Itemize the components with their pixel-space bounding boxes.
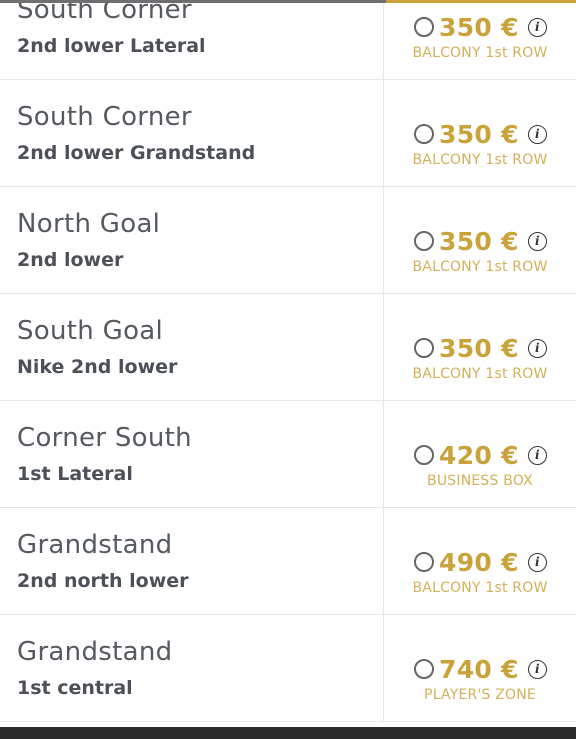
price-label: 740 € bbox=[439, 654, 519, 684]
radio-unchecked-icon[interactable] bbox=[414, 124, 434, 144]
ticket-row[interactable]: Corner South 1st Lateral 420 € i BUSINES… bbox=[0, 401, 576, 508]
ticket-price-cell: 350 € i BALCONY 1st ROW bbox=[384, 0, 576, 79]
info-icon[interactable]: i bbox=[527, 124, 547, 144]
ticket-row[interactable]: South Corner 2nd lower Lateral 350 € i B… bbox=[0, 0, 576, 80]
zone-name: Grandstand bbox=[17, 530, 173, 560]
ticket-price-cell: 350 € i BALCONY 1st ROW bbox=[384, 294, 576, 400]
ticket-location: Grandstand 2nd north lower bbox=[0, 508, 384, 614]
price-label: 490 € bbox=[439, 547, 519, 577]
price-label: 350 € bbox=[439, 333, 519, 363]
header-accent-edge bbox=[386, 0, 576, 3]
sector-name: 2nd lower Lateral bbox=[17, 35, 206, 57]
ticket-price-cell: 740 € i PLAYER'S ZONE bbox=[384, 615, 576, 721]
ticket-row[interactable]: North Goal 2nd lower 350 € i BALCONY 1st… bbox=[0, 187, 576, 294]
price-line: 420 € i bbox=[414, 440, 547, 470]
radio-unchecked-icon[interactable] bbox=[414, 445, 434, 465]
seat-category: BALCONY 1st ROW bbox=[412, 580, 548, 596]
ticket-location: South Corner 2nd lower Lateral bbox=[0, 0, 384, 79]
sector-name: 1st Lateral bbox=[17, 463, 133, 485]
ticket-location: Grandstand 1st central bbox=[0, 615, 384, 721]
zone-name: South Corner bbox=[17, 102, 192, 132]
price-line: 350 € i bbox=[414, 333, 547, 363]
info-icon[interactable]: i bbox=[527, 231, 547, 251]
ticket-row[interactable]: Grandstand 1st central 740 € i PLAYER'S … bbox=[0, 615, 576, 722]
zone-name: Grandstand bbox=[17, 637, 173, 667]
seat-category: BUSINESS BOX bbox=[427, 473, 533, 489]
price-line: 740 € i bbox=[414, 654, 547, 684]
ticket-price-cell: 490 € i BALCONY 1st ROW bbox=[384, 508, 576, 614]
price-line: 350 € i bbox=[414, 226, 547, 256]
ticket-location: North Goal 2nd lower bbox=[0, 187, 384, 293]
radio-unchecked-icon[interactable] bbox=[414, 17, 434, 37]
info-icon[interactable]: i bbox=[527, 552, 547, 572]
price-line: 350 € i bbox=[414, 119, 547, 149]
ticket-row[interactable]: South Corner 2nd lower Grandstand 350 € … bbox=[0, 80, 576, 187]
radio-unchecked-icon[interactable] bbox=[414, 552, 434, 572]
sector-name: Nike 2nd lower bbox=[17, 356, 178, 378]
sector-name: 2nd lower Grandstand bbox=[17, 142, 256, 164]
price-line: 490 € i bbox=[414, 547, 547, 577]
ticket-location: South Goal Nike 2nd lower bbox=[0, 294, 384, 400]
radio-unchecked-icon[interactable] bbox=[414, 231, 434, 251]
bottom-bar bbox=[0, 727, 576, 739]
sector-name: 2nd north lower bbox=[17, 570, 189, 592]
radio-unchecked-icon[interactable] bbox=[414, 338, 434, 358]
header-shadow-edge bbox=[0, 0, 386, 3]
seat-category: PLAYER'S ZONE bbox=[424, 687, 536, 703]
ticket-price-cell: 350 € i BALCONY 1st ROW bbox=[384, 187, 576, 293]
ticket-location: South Corner 2nd lower Grandstand bbox=[0, 80, 384, 186]
seat-category: BALCONY 1st ROW bbox=[412, 152, 548, 168]
price-label: 350 € bbox=[439, 12, 519, 42]
zone-name: South Goal bbox=[17, 316, 164, 346]
seat-category: BALCONY 1st ROW bbox=[412, 45, 548, 61]
price-label: 350 € bbox=[439, 226, 519, 256]
ticket-list: South Corner 2nd lower Lateral 350 € i B… bbox=[0, 0, 576, 722]
zone-name: Corner South bbox=[17, 423, 192, 453]
seat-category: BALCONY 1st ROW bbox=[412, 366, 548, 382]
ticket-row[interactable]: Grandstand 2nd north lower 490 € i BALCO… bbox=[0, 508, 576, 615]
info-icon[interactable]: i bbox=[527, 338, 547, 358]
sector-name: 1st central bbox=[17, 677, 133, 699]
ticket-selection-screen: South Corner 2nd lower Lateral 350 € i B… bbox=[0, 0, 576, 739]
price-label: 420 € bbox=[439, 440, 519, 470]
info-icon[interactable]: i bbox=[527, 445, 547, 465]
ticket-location: Corner South 1st Lateral bbox=[0, 401, 384, 507]
ticket-price-cell: 420 € i BUSINESS BOX bbox=[384, 401, 576, 507]
seat-category: BALCONY 1st ROW bbox=[412, 259, 548, 275]
price-label: 350 € bbox=[439, 119, 519, 149]
info-icon[interactable]: i bbox=[527, 659, 547, 679]
price-line: 350 € i bbox=[414, 12, 547, 42]
zone-name: North Goal bbox=[17, 209, 161, 239]
info-icon[interactable]: i bbox=[527, 17, 547, 37]
sector-name: 2nd lower bbox=[17, 249, 124, 271]
zone-name: South Corner bbox=[17, 0, 192, 25]
ticket-price-cell: 350 € i BALCONY 1st ROW bbox=[384, 80, 576, 186]
radio-unchecked-icon[interactable] bbox=[414, 659, 434, 679]
ticket-row[interactable]: South Goal Nike 2nd lower 350 € i BALCON… bbox=[0, 294, 576, 401]
